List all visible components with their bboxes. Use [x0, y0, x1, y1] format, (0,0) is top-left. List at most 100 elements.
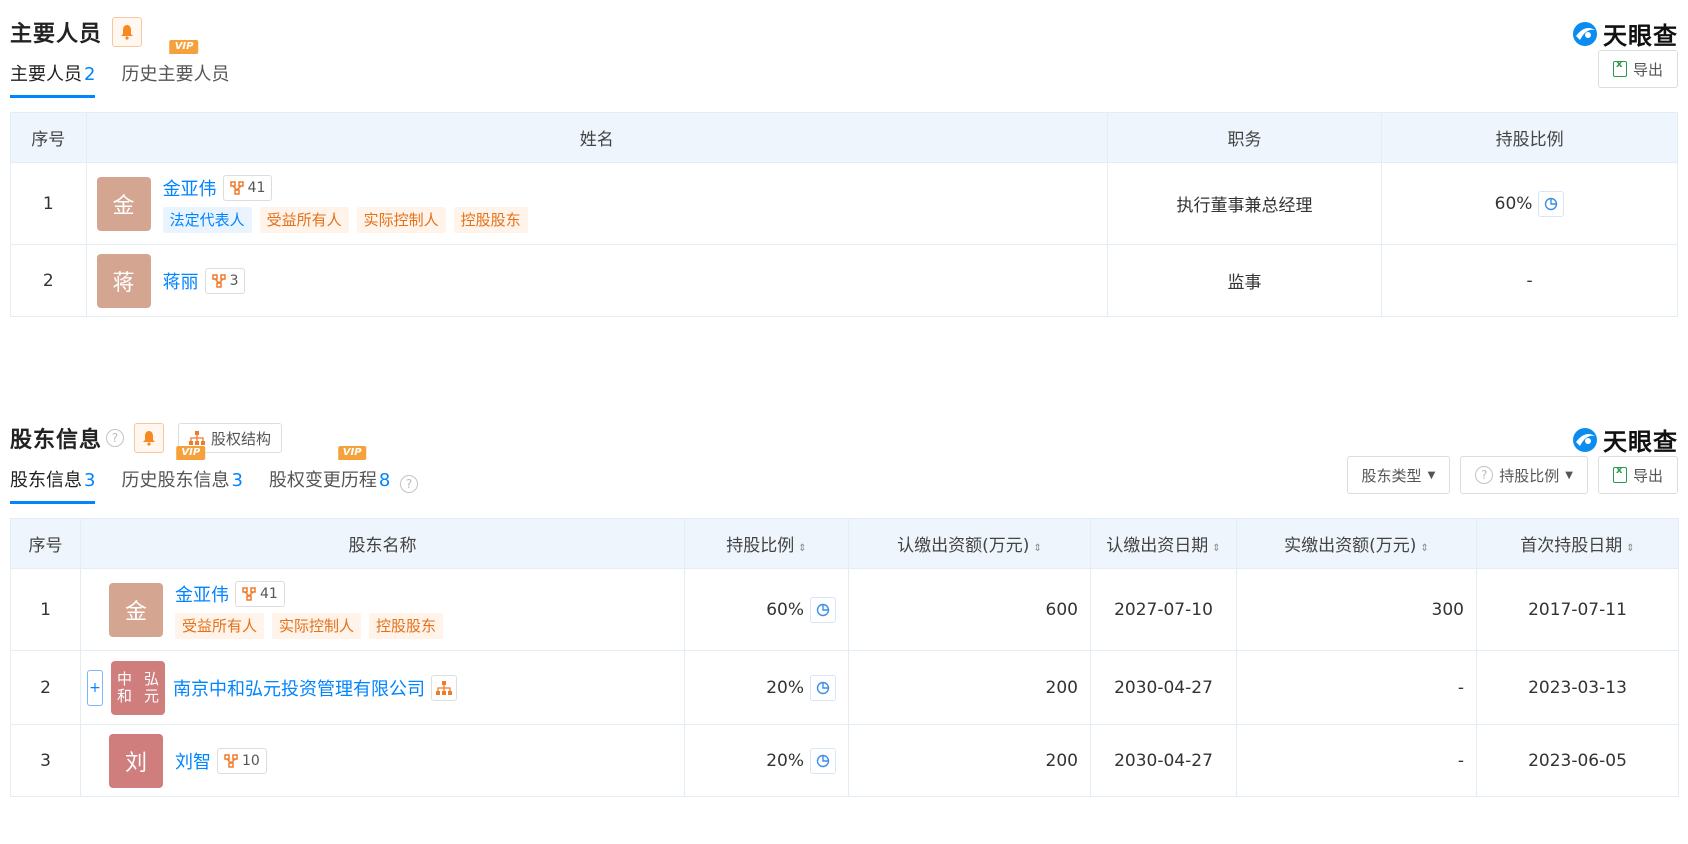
subscribed-date-cell: 2030-04-27: [1090, 650, 1237, 725]
col-subscribed[interactable]: 认缴出资额(万元) ⇕: [848, 518, 1091, 569]
related-count-badge[interactable]: 3: [204, 267, 246, 294]
ratio-value: 20%: [766, 677, 804, 698]
tag-legal-rep[interactable]: 法定代表人: [162, 206, 252, 233]
sort-icon: ⇕: [798, 543, 807, 554]
avatar: 刘: [109, 733, 163, 788]
tab-label: 历史主要人员: [121, 64, 230, 85]
name-cell: + 中和 弘元 南京中和弘元投资管理有限公司: [80, 650, 685, 725]
related-count-badge[interactable]: 41: [222, 174, 273, 201]
table-header-row: 序号 股东名称 持股比例 ⇕ 认缴出资额(万元) ⇕ 认缴出资日期 ⇕ 实缴出资额(万…: [10, 518, 1679, 569]
shareholders-tabs: 股东信息 3 VIP 历史股东信息 3 VIP 股权变更历程 8 ? 股东类型 ▼ ? …: [10, 446, 1678, 504]
col-ratio[interactable]: 持股比例 ⇕: [684, 518, 849, 569]
avatar: 金: [96, 176, 151, 231]
shareholder-name-link[interactable]: 刘智: [175, 748, 211, 774]
tab-label: 股权变更历程: [268, 470, 377, 491]
tab-history-personnel[interactable]: VIP 历史主要人员: [121, 40, 230, 98]
first-date-cell: 2017-07-11: [1476, 568, 1679, 651]
ratio-value: 60%: [1494, 193, 1533, 214]
company-structure-icon[interactable]: [431, 674, 457, 701]
subscribed-cell: 200: [848, 650, 1091, 725]
avatar: 金: [109, 582, 163, 637]
pie-chart-icon[interactable]: [810, 674, 836, 701]
shareholders-title: 股东信息: [10, 428, 103, 453]
tag-beneficial-owner[interactable]: 受益所有人: [175, 612, 265, 639]
sort-icon: ⇕: [1033, 543, 1042, 554]
expand-button[interactable]: +: [87, 669, 103, 706]
export-label: 导出: [1632, 60, 1663, 79]
tab-shareholders[interactable]: 股东信息 3: [10, 466, 96, 504]
brand-name: 天眼查: [1603, 428, 1678, 456]
col-index: 序号: [10, 112, 87, 163]
bell-icon[interactable]: [134, 423, 165, 453]
personnel-section: 主要人员 天眼查 主要人员2 VIP 历史主要人员 导出 序号 姓名: [10, 14, 1678, 317]
subscribed-cell: 600: [848, 568, 1091, 651]
company-avatar: 中和 弘元: [111, 660, 165, 715]
tag-controlling-shareholder[interactable]: 控股股东: [453, 206, 528, 233]
export-label: 导出: [1632, 466, 1663, 485]
tianyancha-logo-icon: [1573, 21, 1597, 46]
avatar-line1: 中和: [116, 669, 132, 705]
tab-count: 8: [378, 470, 391, 491]
bell-icon[interactable]: [112, 17, 143, 47]
paid-cell: -: [1236, 724, 1477, 797]
col-label: 认缴出资额(万元): [897, 536, 1030, 556]
tab-label: 股东信息: [10, 470, 82, 491]
tag-actual-controller[interactable]: 实际控制人: [272, 612, 362, 639]
personnel-tabs: 主要人员2 VIP 历史主要人员 导出: [10, 40, 1678, 98]
related-people-icon: [242, 586, 256, 601]
tag-controlling-shareholder[interactable]: 控股股东: [369, 612, 444, 639]
related-people-icon: [211, 273, 226, 288]
col-paid[interactable]: 实缴出资额(万元) ⇕: [1236, 518, 1477, 569]
related-count-badge[interactable]: 41: [235, 580, 285, 607]
ratio-cell: 60%: [684, 568, 849, 651]
related-count: 10: [242, 752, 260, 769]
position-cell: 执行董事兼总经理: [1106, 162, 1383, 245]
first-date-cell: 2023-06-05: [1476, 724, 1679, 797]
col-label: 持股比例: [726, 536, 795, 556]
table-row: 1 金 金亚伟 41: [10, 162, 1678, 245]
tab-label: 主要人员: [10, 64, 82, 85]
ratio-cell: 60%: [1381, 162, 1678, 245]
related-count-badge[interactable]: 10: [217, 747, 267, 774]
col-subscribed-date[interactable]: 认缴出资日期 ⇕: [1090, 518, 1237, 569]
col-label: 首次持股日期: [1520, 536, 1623, 556]
tab-count: 3: [84, 470, 96, 491]
export-button[interactable]: 导出: [1597, 50, 1678, 88]
tab-history-shareholders[interactable]: VIP 历史股东信息 3: [121, 446, 243, 504]
pie-chart-icon[interactable]: [1538, 190, 1565, 217]
caret-down-icon: ▼: [1427, 469, 1436, 481]
avatar-line2: 弘元: [143, 669, 159, 705]
caret-down-icon: ▼: [1565, 469, 1573, 481]
pie-chart-icon[interactable]: [810, 747, 836, 774]
ratio-filter-dropdown[interactable]: ? 持股比例 ▼: [1460, 456, 1588, 494]
row-index: 1: [10, 568, 81, 651]
sort-icon: ⇕: [1626, 543, 1635, 554]
col-shareholder-name: 股东名称: [80, 518, 685, 569]
first-date-cell: 2023-03-13: [1476, 650, 1679, 725]
row-index: 1: [10, 162, 87, 245]
tag-beneficial-owner[interactable]: 受益所有人: [259, 206, 349, 233]
related-people-icon: [224, 753, 238, 768]
tab-equity-changes[interactable]: VIP 股权变更历程 8 ?: [268, 446, 419, 504]
vip-badge: VIP: [176, 446, 206, 460]
ratio-cell: 20%: [684, 724, 849, 797]
tianyancha-logo: 天眼查: [1571, 16, 1678, 51]
export-button[interactable]: 导出: [1597, 456, 1678, 494]
col-first-date[interactable]: 首次持股日期 ⇕: [1476, 518, 1679, 569]
pie-chart-icon[interactable]: [810, 596, 836, 623]
col-index: 序号: [10, 518, 81, 569]
row-index: 2: [10, 244, 87, 317]
person-name-link[interactable]: 金亚伟: [163, 175, 217, 201]
tag-actual-controller[interactable]: 实际控制人: [356, 206, 446, 233]
shareholder-type-dropdown[interactable]: 股东类型 ▼: [1346, 456, 1451, 494]
help-icon[interactable]: ?: [106, 429, 125, 447]
person-name-link[interactable]: 蒋丽: [163, 268, 199, 294]
table-row: 3 刘 刘智 10 20% 200 2030-04-27 - 2023-06-0…: [10, 724, 1679, 797]
help-icon[interactable]: ?: [400, 475, 419, 493]
shareholder-name-link[interactable]: 金亚伟: [175, 581, 229, 607]
paid-cell: -: [1236, 650, 1477, 725]
subscribed-date-cell: 2030-04-27: [1090, 724, 1237, 797]
brand-name: 天眼查: [1603, 22, 1678, 50]
shareholder-name-link[interactable]: 南京中和弘元投资管理有限公司: [173, 675, 425, 701]
tab-main-personnel[interactable]: 主要人员 2: [10, 60, 96, 98]
